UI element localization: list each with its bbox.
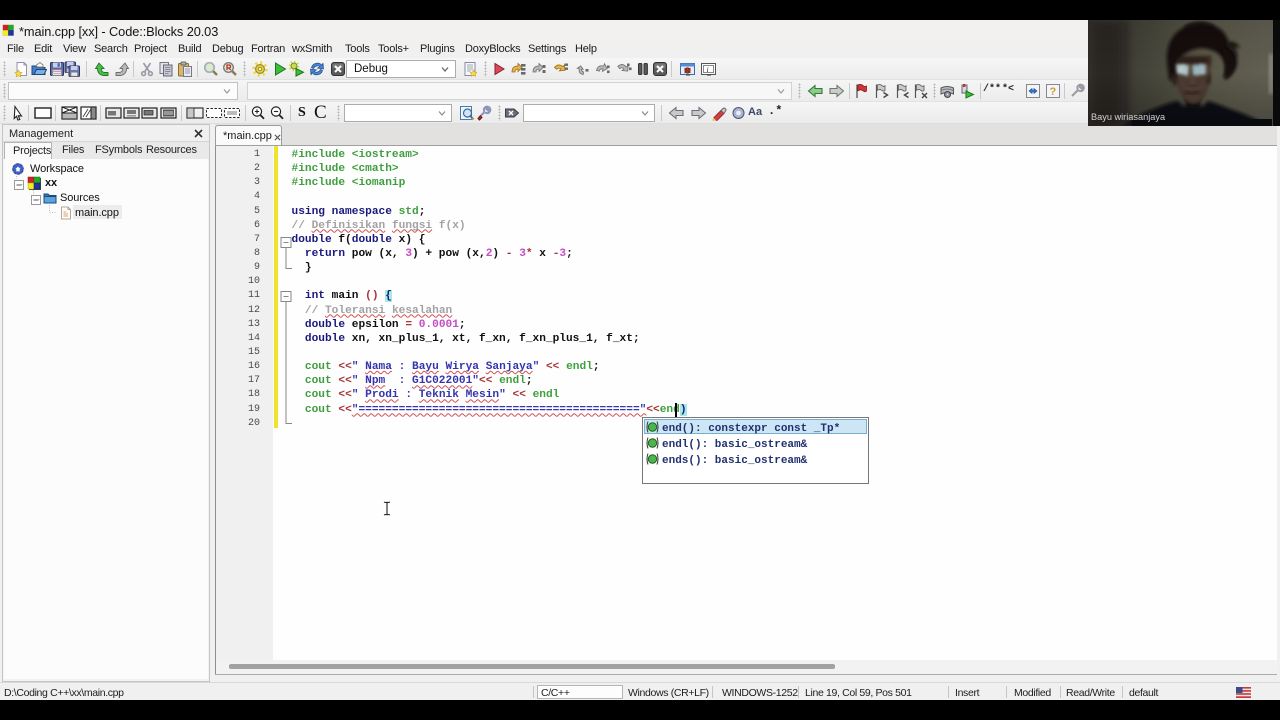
svg-text:Bayu wiriasanjaya: Bayu wiriasanjaya xyxy=(1091,112,1166,122)
svg-text:i: i xyxy=(707,65,709,74)
svg-text:?: ? xyxy=(1049,86,1056,98)
